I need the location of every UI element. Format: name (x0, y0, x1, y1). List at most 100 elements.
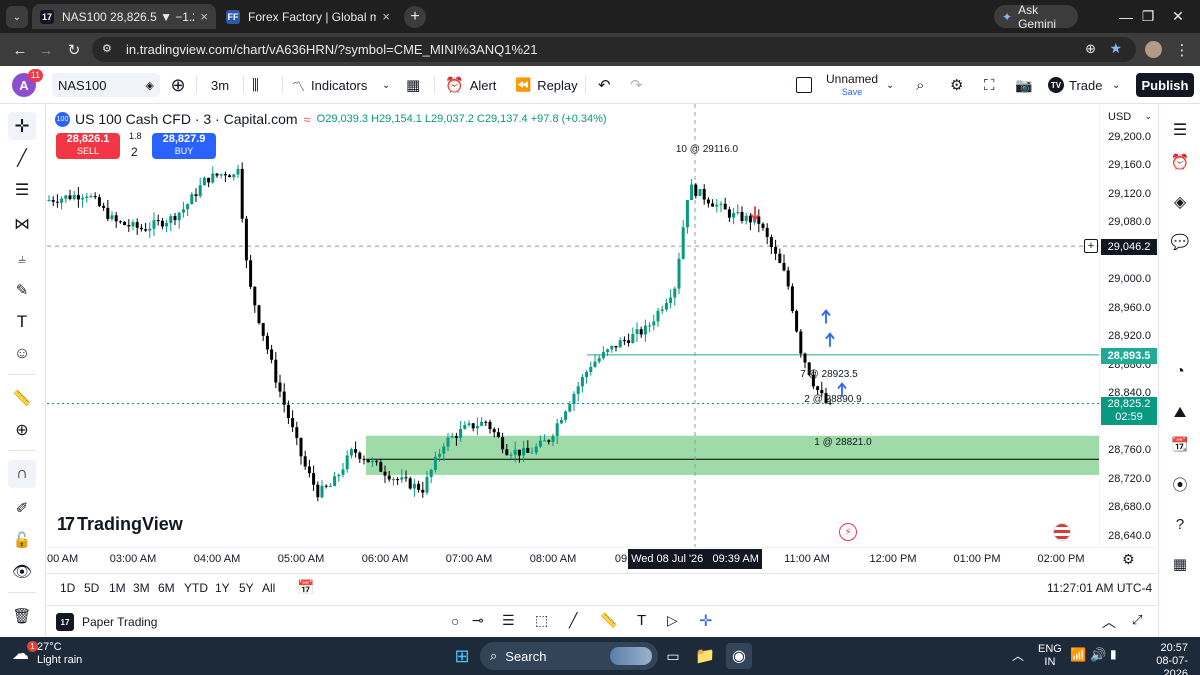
watchlist-icon[interactable]: ☰ (1166, 116, 1194, 144)
auto-scale-gear-icon[interactable]: ⚙ (1122, 551, 1135, 568)
wifi-icon[interactable]: 📶 (1070, 647, 1086, 663)
pattern-tool-icon[interactable]: ⋈ (8, 210, 36, 238)
price-chart-svg[interactable] (47, 104, 1099, 547)
bookmark-star-icon[interactable]: ★ (1109, 40, 1122, 57)
close-tab-icon[interactable]: × (194, 9, 208, 24)
taskbar-search-box[interactable]: ⌕ Search (480, 642, 658, 670)
crosshair-bottom-icon[interactable]: ✛ (699, 611, 712, 631)
dot-tool-icon[interactable]: ○ (451, 613, 459, 629)
range-button-all[interactable]: All (262, 581, 275, 595)
fullscreen-icon[interactable]: ⛶ (984, 73, 995, 97)
tab-forex-factory[interactable]: FF Forex Factory | Global markets × (218, 4, 398, 29)
profile-avatar[interactable] (1145, 41, 1162, 58)
crosshair-tool-icon[interactable]: ✛ (8, 112, 36, 140)
collapse-panel-icon[interactable]: ︿ (1102, 612, 1116, 632)
range-button-1d[interactable]: 1D (60, 581, 75, 595)
currency-selector[interactable]: USD ⌄ (1108, 111, 1152, 123)
range-button-1y[interactable]: 1Y (215, 581, 230, 595)
rectangle-tool-icon[interactable]: ⬚ (535, 612, 548, 629)
task-view-icon[interactable]: ▭ (660, 643, 686, 669)
measure-tool-icon[interactable]: 📏 (600, 612, 617, 629)
range-button-ytd[interactable]: YTD (184, 581, 208, 595)
order-label-1[interactable]: 1 @ 28821.0 (814, 437, 871, 448)
interval-button[interactable]: 3m (211, 73, 229, 97)
tray-chevron-icon[interactable]: ︿ (1012, 647, 1024, 664)
clock-timezone[interactable]: 11:27:01 AM UTC-4 (1047, 581, 1152, 595)
range-button-6m[interactable]: 6M (158, 581, 175, 595)
hide-drawings-eye-icon[interactable]: 👁 (8, 558, 36, 586)
volume-icon[interactable]: 🔊 (1090, 647, 1106, 663)
layouts-grid-icon[interactable]: ▦ (406, 73, 420, 97)
indicators-dropdown-icon[interactable]: ⌄ (382, 73, 390, 97)
reload-icon[interactable]: ↻ (62, 38, 86, 62)
sell-button[interactable]: 28,826.1 SELL (56, 133, 120, 159)
broadcast-icon[interactable]: ⦿ (1166, 470, 1194, 498)
replay-button[interactable]: ⏪ Replay (515, 73, 578, 97)
us-flag-event-icon[interactable] (1053, 523, 1071, 541)
quick-search-icon[interactable]: ⌕ (916, 73, 924, 97)
zoom-in-tool-icon[interactable]: ⊕ (8, 416, 36, 444)
trade-button[interactable]: TV Trade (1048, 73, 1102, 97)
settings-gear-icon[interactable]: ⚙ (950, 73, 963, 97)
new-tab-button[interactable]: + (404, 6, 426, 28)
fib-tool-icon[interactable]: ☰ (502, 612, 515, 629)
close-tab-icon[interactable]: × (376, 9, 390, 24)
weather-widget[interactable]: ☁ 27°C Light rain (12, 641, 82, 667)
play-tool-icon[interactable]: ▷ (667, 612, 678, 629)
back-icon[interactable]: ← (8, 38, 32, 62)
legend-title[interactable]: US 100 Cash CFD · 3 · Capital.com (75, 111, 298, 127)
chrome-icon[interactable]: ◉ (726, 643, 752, 669)
chart-type-candles-icon[interactable]: ⫼ (252, 73, 259, 97)
order-label-2[interactable]: 2 @ 28890.9 (804, 394, 861, 405)
fib-retracement-tool-icon[interactable]: ☰ (8, 176, 36, 204)
layers-icon[interactable]: ◈ (1166, 188, 1194, 216)
publish-button[interactable]: Publish (1136, 73, 1194, 97)
mountain-ideas-icon[interactable]: ⛰ (1166, 398, 1194, 426)
lock-drawings-icon[interactable]: 🔓 (8, 526, 36, 554)
compare-add-symbol-button[interactable]: ⊕ (168, 73, 188, 97)
tab-search-button[interactable]: ⌄ (6, 6, 28, 28)
stay-in-drawing-mode-icon[interactable]: ✐ (8, 494, 36, 522)
time-axis[interactable]: 00 AM 03:00 AM 04:00 AM 05:00 AM 06:00 AM 07:… (47, 547, 1157, 573)
site-info-icon[interactable]: ⚙ (102, 42, 112, 55)
go-to-date-icon[interactable]: 📅 (297, 579, 314, 596)
range-button-5y[interactable]: 5Y (239, 581, 254, 595)
order-quantity[interactable]: 2 (131, 145, 138, 159)
range-button-5d[interactable]: 5D (84, 581, 99, 595)
text-tool-bottom-icon[interactable]: T (637, 612, 646, 629)
help-icon[interactable]: ? (1166, 510, 1194, 538)
alerts-clock-icon[interactable]: ⏰ (1166, 148, 1194, 176)
speedometer-icon[interactable]: ◔ (1166, 358, 1194, 386)
browser-menu-icon[interactable]: ⋮ (1170, 38, 1194, 62)
grid-apps-icon[interactable]: ▦ (1166, 550, 1194, 578)
range-button-1m[interactable]: 1M (109, 581, 126, 595)
layout-dropdown-icon[interactable]: ⌄ (886, 73, 894, 97)
ruler-tool-icon[interactable]: 📏 (8, 384, 36, 412)
paper-trading-title[interactable]: Paper Trading (82, 615, 157, 629)
buy-button[interactable]: 28,827.9 BUY (152, 133, 216, 159)
order-label-10[interactable]: 10 @ 29116.0 (676, 144, 738, 155)
forward-icon[interactable]: → (34, 38, 58, 62)
zoom-icon[interactable]: ⊕ (1085, 41, 1096, 57)
chart-pane[interactable]: 100 US 100 Cash CFD · 3 · Capital.com ≈ … (47, 104, 1099, 547)
undo-icon[interactable]: ↶ (598, 73, 611, 97)
layout-name[interactable]: Unnamed Save (826, 73, 878, 99)
symbol-search-button[interactable]: NAS100 ◈ (52, 73, 160, 97)
windows-start-icon[interactable]: ⊞ (449, 643, 475, 669)
pen-tool-icon[interactable]: ╱ (569, 612, 577, 629)
range-button-3m[interactable]: 3M (133, 581, 150, 595)
brush-tool-icon[interactable]: ✎ (8, 276, 36, 304)
tab-tradingview[interactable]: 17 NAS100 28,826.5 ▼ −1.23% Un × (32, 4, 216, 29)
maximize-panel-icon[interactable]: ⤢ (1132, 612, 1142, 628)
system-clock[interactable]: 20:57 08-07-2026 (1132, 642, 1188, 675)
order-label-7[interactable]: 7 @ 28923.5 (800, 369, 857, 380)
line-tool-icon[interactable]: ⊸ (472, 612, 484, 629)
emoji-tool-icon[interactable]: ☺ (8, 340, 36, 368)
remove-drawings-trash-icon[interactable]: 🗑 (8, 602, 36, 630)
crosshair-add-icon[interactable]: + (1084, 239, 1098, 253)
trade-dropdown-icon[interactable]: ⌄ (1112, 73, 1120, 97)
lightning-event-icon[interactable]: ⚡ (839, 523, 857, 541)
forecast-tool-icon[interactable]: ⫨ (8, 244, 36, 272)
close-window-button[interactable]: ✕ (1156, 0, 1200, 33)
chats-icon[interactable]: 💬 (1166, 228, 1194, 256)
